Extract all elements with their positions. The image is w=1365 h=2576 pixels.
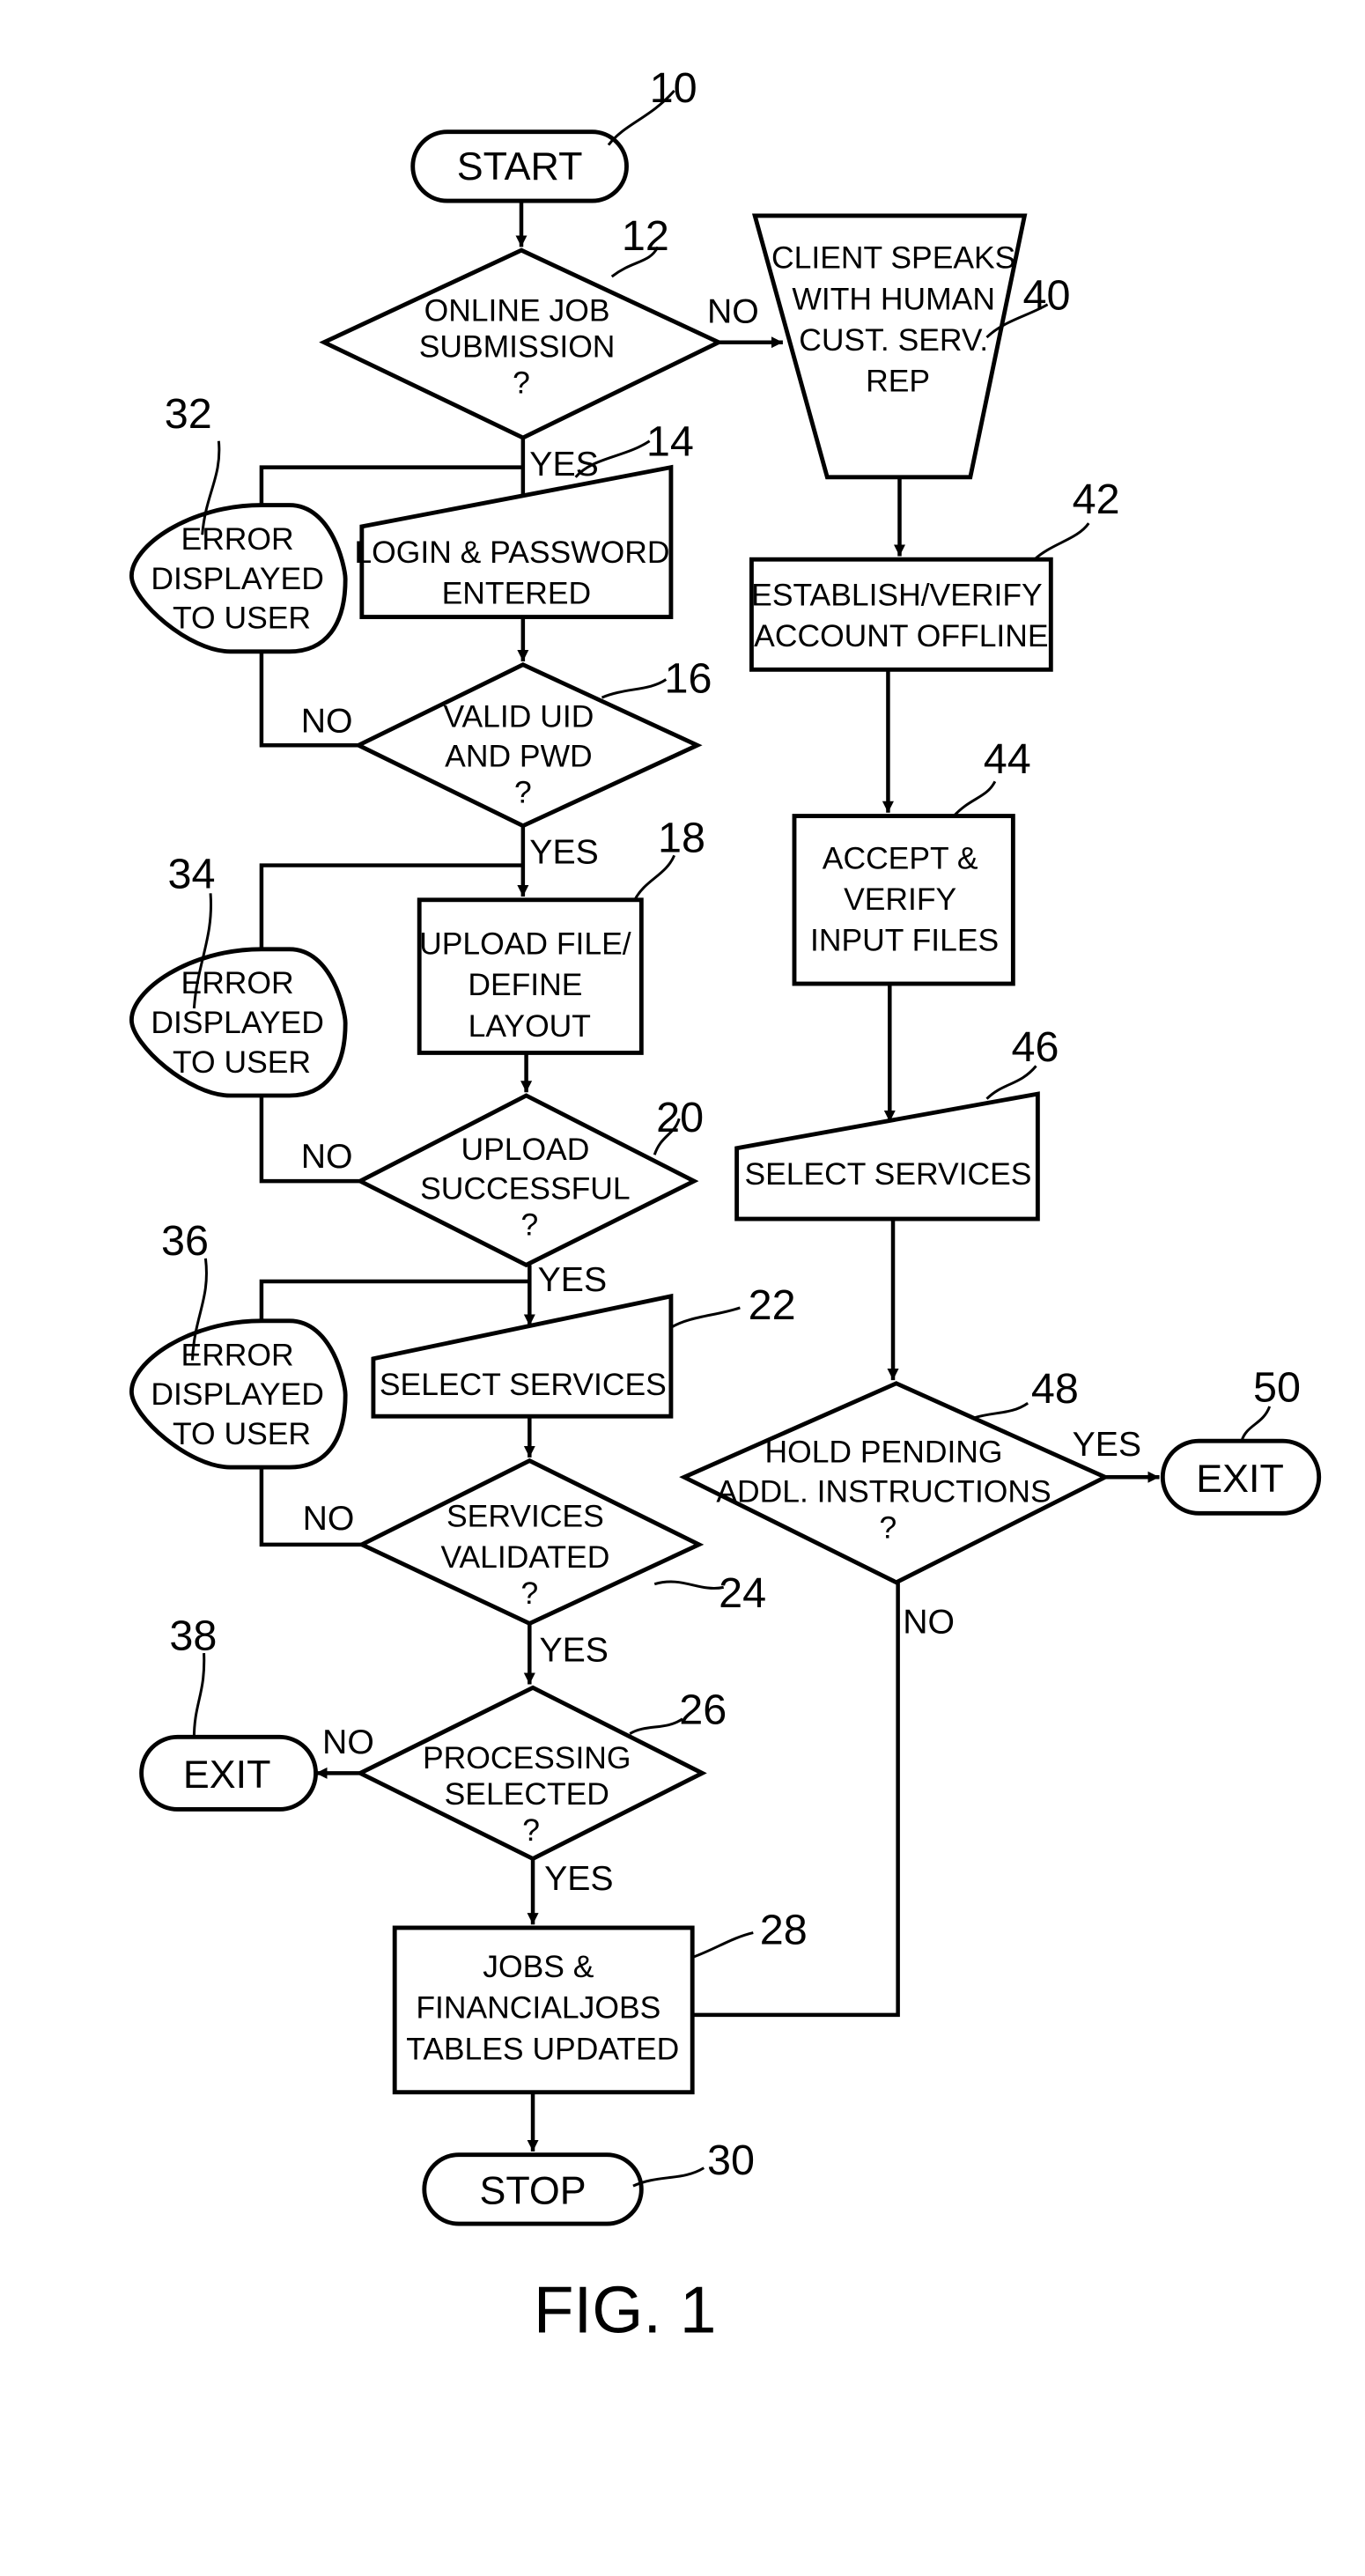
leader-38 — [192, 1653, 206, 1739]
ref-50: 50 — [1253, 1363, 1301, 1411]
select-services-right-label: SELECT SERVICES — [744, 1156, 1031, 1192]
edge-label-processing-no: NO — [322, 1723, 374, 1761]
leader-44 — [953, 780, 997, 817]
ref-38: 38 — [169, 1612, 217, 1659]
ref-28: 28 — [760, 1907, 808, 1954]
leader-48 — [973, 1401, 1029, 1420]
leader-22 — [670, 1306, 741, 1329]
ref-40: 40 — [1023, 271, 1071, 319]
leader-42 — [1033, 522, 1090, 561]
ref-24: 24 — [719, 1569, 766, 1617]
edge-label-upload-no: NO — [301, 1138, 353, 1176]
ref-32: 32 — [165, 390, 212, 438]
edge-yes-branch-to-err32 — [259, 465, 523, 506]
flowchart: START ONLINE JOB SUBMISSION ? LOGIN & PA… — [129, 64, 1322, 2346]
ref-18: 18 — [658, 815, 705, 862]
edge-label-hold-no: NO — [903, 1604, 955, 1642]
ref-14: 14 — [646, 418, 694, 466]
edge-yes-branch-to-err36 — [259, 1279, 530, 1321]
reference-numerals: 10 12 14 16 18 20 22 24 26 28 30 32 34 3… — [161, 64, 1301, 2184]
edge-label-validated-yes: YES — [540, 1631, 609, 1669]
ref-20: 20 — [656, 1094, 704, 1141]
ref-30: 30 — [707, 2137, 755, 2184]
ref-26: 26 — [679, 1686, 727, 1733]
ref-34: 34 — [167, 851, 215, 898]
shapes — [129, 129, 1322, 2226]
figure-caption: FIG. 1 — [534, 2272, 717, 2346]
leader-18 — [633, 854, 676, 901]
ref-12: 12 — [622, 212, 669, 260]
edge-label-online-yes: YES — [529, 446, 598, 483]
ref-16: 16 — [664, 654, 712, 702]
edge-label-uid-no: NO — [301, 702, 353, 740]
node-labels: START ONLINE JOB SUBMISSION ? LOGIN & PA… — [151, 144, 1284, 2213]
ref-36: 36 — [161, 1217, 209, 1265]
ref-48: 48 — [1031, 1365, 1079, 1413]
start-label: START — [457, 144, 583, 188]
leader-28 — [691, 1931, 754, 1959]
leader-24 — [653, 1580, 724, 1590]
edge-label-online-no: NO — [707, 292, 759, 330]
leader-16 — [601, 678, 668, 699]
ref-42: 42 — [1073, 476, 1120, 523]
ref-10: 10 — [650, 64, 697, 112]
exit-38-label: EXIT — [183, 1753, 271, 1797]
edge-label-processing-yes: YES — [544, 1860, 613, 1898]
leader-50 — [1240, 1406, 1272, 1442]
processing-selected-label: PROCESSING SELECTED ? — [423, 1740, 639, 1848]
edge-label-hold-yes: YES — [1073, 1426, 1141, 1464]
leader-30 — [632, 2166, 705, 2188]
ref-46: 46 — [1011, 1023, 1059, 1071]
exit-50-label: EXIT — [1196, 1457, 1284, 1501]
edge-label-validated-no: NO — [303, 1500, 355, 1538]
edge-label-uid-yes: YES — [529, 834, 598, 872]
stop-label: STOP — [479, 2169, 586, 2213]
leader-lines — [191, 89, 1272, 2188]
select-services-left-label: SELECT SERVICES — [380, 1367, 667, 1402]
ref-22: 22 — [749, 1281, 796, 1329]
ref-44: 44 — [984, 735, 1031, 783]
edge-label-upload-yes: YES — [538, 1261, 607, 1299]
leader-26 — [629, 1717, 683, 1735]
hold-pending-label: HOLD PENDING ADDL. INSTRUCTIONS ? — [716, 1434, 1059, 1545]
